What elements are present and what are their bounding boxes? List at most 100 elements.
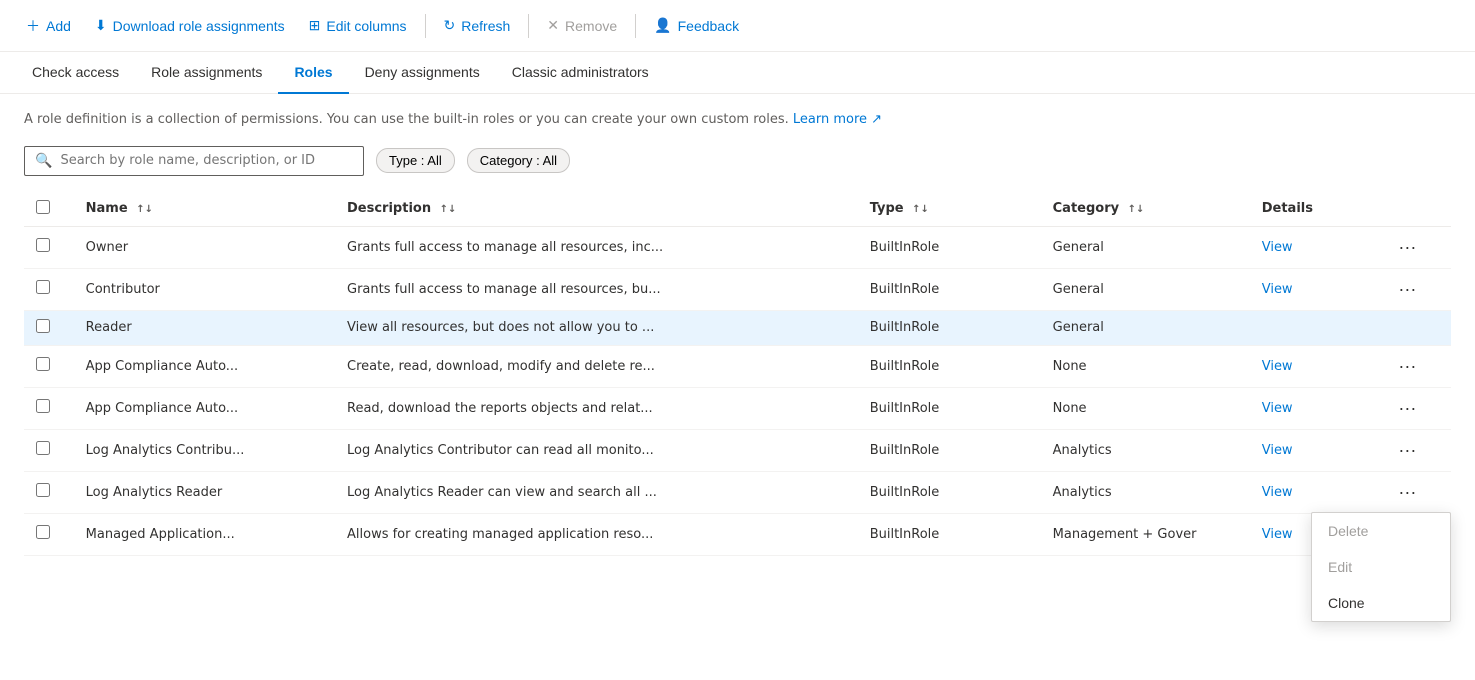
- col-header-details: Details: [1250, 192, 1381, 227]
- search-input[interactable]: [60, 153, 353, 168]
- tab-classic-administrators[interactable]: Classic administrators: [496, 52, 665, 94]
- row-actions-5: ···: [1380, 387, 1451, 429]
- separator-3: [635, 14, 636, 38]
- tab-role-assignments[interactable]: Role assignments: [135, 52, 278, 94]
- tab-check-access[interactable]: Check access: [16, 52, 135, 94]
- row-details-6: View: [1250, 429, 1381, 471]
- row-category-2: General: [1041, 268, 1250, 310]
- row-desc-4: Create, read, download, modify and delet…: [335, 345, 858, 387]
- remove-icon: ✕: [547, 17, 559, 34]
- row-name-1: Owner: [74, 226, 335, 268]
- row-details-1: View: [1250, 226, 1381, 268]
- search-icon: 🔍: [35, 153, 52, 169]
- select-all-checkbox[interactable]: [36, 200, 50, 214]
- col-header-category[interactable]: Category ↑↓: [1041, 192, 1250, 227]
- row-checkbox-3[interactable]: [36, 319, 50, 333]
- row-checkbox-cell: [24, 345, 74, 387]
- row-type-5: BuiltInRole: [858, 387, 1041, 429]
- more-button-4[interactable]: ···: [1392, 354, 1422, 379]
- table-row: Log Analytics Contribu... Log Analytics …: [24, 429, 1451, 471]
- row-checkbox-1[interactable]: [36, 238, 50, 252]
- row-category-6: Analytics: [1041, 429, 1250, 471]
- view-link-8[interactable]: View: [1262, 527, 1293, 542]
- row-checkbox-cell: [24, 471, 74, 513]
- search-box: 🔍: [24, 146, 364, 176]
- row-category-5: None: [1041, 387, 1250, 429]
- view-link-5[interactable]: View: [1262, 401, 1293, 416]
- view-link-4[interactable]: View: [1262, 359, 1293, 374]
- separator-2: [528, 14, 529, 38]
- row-actions-4: ···: [1380, 345, 1451, 387]
- row-type-6: BuiltInRole: [858, 429, 1041, 471]
- row-name-6: Log Analytics Contribu...: [74, 429, 335, 471]
- col-header-description[interactable]: Description ↑↓: [335, 192, 858, 227]
- row-name-8: Managed Application...: [74, 513, 335, 555]
- row-checkbox-5[interactable]: [36, 399, 50, 413]
- separator-1: [425, 14, 426, 38]
- col-header-actions: [1380, 192, 1451, 227]
- row-desc-8: Allows for creating managed application …: [335, 513, 858, 555]
- view-link-7[interactable]: View: [1262, 485, 1293, 500]
- row-checkbox-cell: [24, 310, 74, 345]
- row-type-1: BuiltInRole: [858, 226, 1041, 268]
- tab-roles[interactable]: Roles: [278, 52, 348, 94]
- col-header-type[interactable]: Type ↑↓: [858, 192, 1041, 227]
- more-button-6[interactable]: ···: [1392, 438, 1422, 463]
- learn-more-link[interactable]: Learn more ↗: [793, 112, 882, 127]
- row-desc-6: Log Analytics Contributor can read all m…: [335, 429, 858, 471]
- select-all-cell: [24, 192, 74, 227]
- row-checkbox-6[interactable]: [36, 441, 50, 455]
- context-menu-clone[interactable]: Clone: [1312, 585, 1450, 621]
- row-checkbox-7[interactable]: [36, 483, 50, 497]
- table-row: Owner Grants full access to manage all r…: [24, 226, 1451, 268]
- refresh-button[interactable]: ↻ Refresh: [434, 11, 521, 40]
- roles-table-container: Name ↑↓ Description ↑↓ Type ↑↓ Category …: [24, 192, 1451, 556]
- row-category-8: Management + Gover: [1041, 513, 1250, 555]
- more-button-2[interactable]: ···: [1392, 277, 1422, 302]
- edit-columns-button[interactable]: ⊞ Edit columns: [299, 11, 417, 40]
- view-link-1[interactable]: View: [1262, 240, 1293, 255]
- content-area: A role definition is a collection of per…: [0, 94, 1475, 572]
- remove-button[interactable]: ✕ Remove: [537, 11, 627, 40]
- row-desc-3: View all resources, but does not allow y…: [335, 310, 858, 345]
- more-button-7[interactable]: ···: [1392, 480, 1422, 505]
- row-name-3: Reader: [74, 310, 335, 345]
- feedback-label: Feedback: [678, 18, 739, 34]
- table-body: Owner Grants full access to manage all r…: [24, 226, 1451, 555]
- row-checkbox-4[interactable]: [36, 357, 50, 371]
- context-menu-delete[interactable]: Delete: [1312, 513, 1450, 549]
- more-button-1[interactable]: ···: [1392, 235, 1422, 260]
- tab-deny-assignments[interactable]: Deny assignments: [349, 52, 496, 94]
- row-details-7: View: [1250, 471, 1381, 513]
- more-button-5[interactable]: ···: [1392, 396, 1422, 421]
- table-row: App Compliance Auto... Create, read, dow…: [24, 345, 1451, 387]
- type-filter-chip[interactable]: Type : All: [376, 148, 455, 173]
- add-icon: ＋: [26, 16, 40, 36]
- row-actions-6: ···: [1380, 429, 1451, 471]
- row-checkbox-8[interactable]: [36, 525, 50, 539]
- row-checkbox-cell: [24, 387, 74, 429]
- category-filter-chip[interactable]: Category : All: [467, 148, 570, 173]
- add-button[interactable]: ＋ Add: [16, 10, 81, 42]
- columns-icon: ⊞: [309, 17, 321, 34]
- row-actions-3: [1380, 310, 1451, 345]
- col-header-name[interactable]: Name ↑↓: [74, 192, 335, 227]
- toolbar: ＋ Add ⬇ Download role assignments ⊞ Edit…: [0, 0, 1475, 52]
- context-menu-edit[interactable]: Edit: [1312, 549, 1450, 585]
- row-name-2: Contributor: [74, 268, 335, 310]
- feedback-button[interactable]: 👤 Feedback: [644, 11, 749, 40]
- row-checkbox-2[interactable]: [36, 280, 50, 294]
- download-button[interactable]: ⬇ Download role assignments: [85, 11, 295, 40]
- view-link-2[interactable]: View: [1262, 282, 1293, 297]
- tabs-bar: Check access Role assignments Roles Deny…: [0, 52, 1475, 94]
- context-menu: Delete Edit Clone: [1311, 512, 1451, 622]
- table-row: App Compliance Auto... Read, download th…: [24, 387, 1451, 429]
- view-link-6[interactable]: View: [1262, 443, 1293, 458]
- description-text: A role definition is a collection of per…: [24, 110, 1451, 130]
- row-actions-1: ···: [1380, 226, 1451, 268]
- row-desc-2: Grants full access to manage all resourc…: [335, 268, 858, 310]
- row-name-5: App Compliance Auto...: [74, 387, 335, 429]
- remove-label: Remove: [565, 18, 617, 34]
- cat-sort-icons: ↑↓: [1128, 204, 1145, 215]
- row-category-4: None: [1041, 345, 1250, 387]
